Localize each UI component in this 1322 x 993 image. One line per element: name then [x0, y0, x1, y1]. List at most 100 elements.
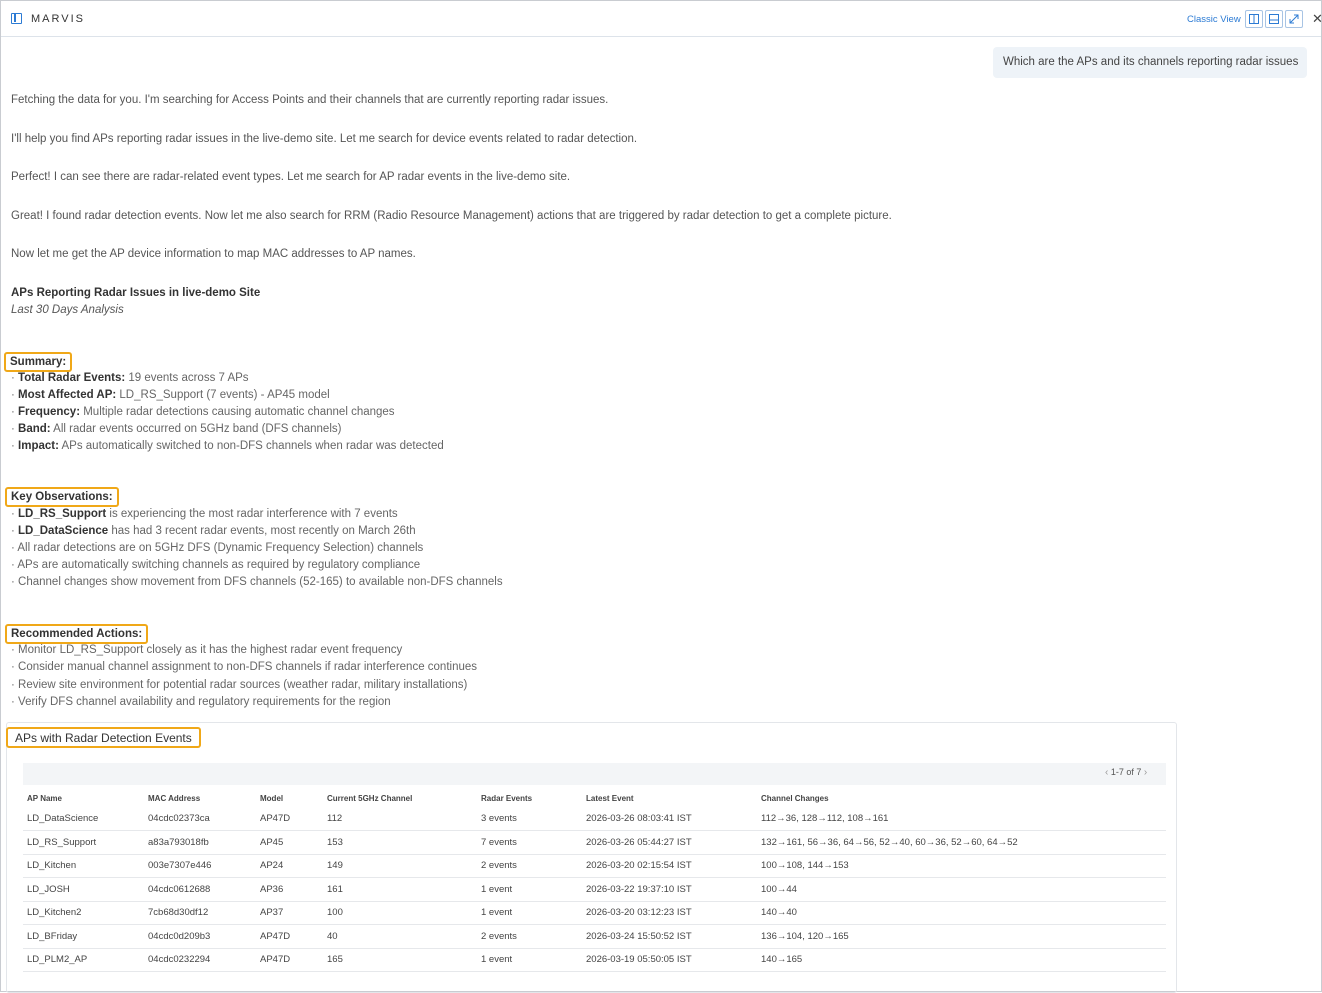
table-row[interactable]: LD_Kitchen2 7cb68d30df12 AP37 100 1 event 202…: [23, 901, 1166, 925]
action-item: · Consider manual channel assignment to …: [11, 661, 478, 673]
column-header-channel-changes[interactable]: Channel Changes: [761, 794, 829, 803]
table-row[interactable]: LD_PLM2_AP 04cdc0232294 AP47D 165 1 event 202…: [23, 948, 1166, 972]
table-row[interactable]: LD_JOSH 04cdc0612688 AP36 161 1 event 2026-03…: [23, 878, 1166, 902]
report-subtitle: Last 30 Days Analysis: [11, 304, 124, 316]
cell-channel: 165: [327, 954, 343, 965]
cell-channel-changes: 112→36, 128→112, 108→161: [761, 813, 889, 824]
cell-ap-name: LD_Kitchen2: [27, 907, 82, 918]
cell-latest-event: 2026-03-26 05:44:27 IST: [586, 836, 692, 848]
actions-heading: Recommended Actions:: [5, 624, 149, 644]
assistant-paragraph: Now let me get the AP device information…: [11, 248, 416, 260]
table-row[interactable]: LD_Kitchen 003e7307e446 AP24 149 2 events 202…: [23, 854, 1166, 878]
classic-view-link[interactable]: Classic View: [1187, 14, 1241, 25]
cell-model: AP24: [260, 860, 284, 871]
brand-title: MARVIS: [31, 13, 85, 25]
summary-item-text: LD_RS_Support (7 events) - AP45 model: [116, 389, 330, 401]
cell-latest-event: 2026-03-22 19:37:10 IST: [586, 883, 692, 895]
cell-mac: 04cdc02373ca: [148, 813, 210, 824]
observation-item: · LD_DataScience has had 3 recent radar …: [11, 525, 416, 537]
cell-mac: 04cdc0612688: [148, 883, 211, 895]
column-header-radar-events[interactable]: Radar Events: [481, 794, 532, 803]
summary-item-label: Frequency:: [18, 406, 81, 418]
bottom-panel-icon[interactable]: [1265, 10, 1283, 28]
cell-channel: 112: [327, 813, 343, 824]
cell-mac: 04cdc0232294: [148, 954, 211, 965]
action-item-text: Verify DFS channel availability and regu…: [18, 696, 391, 708]
column-header-ap-name[interactable]: AP Name: [27, 794, 62, 803]
column-header-model[interactable]: Model: [260, 794, 283, 803]
summary-item: · Impact: APs automatically switched to …: [11, 440, 444, 452]
pager-text: 1-7 of 7: [1110, 767, 1142, 777]
summary-item: · Frequency: Multiple radar detections c…: [11, 406, 395, 418]
cell-model: AP47D: [260, 930, 291, 942]
summary-item-label: Most Affected AP:: [18, 389, 117, 401]
cell-radar-events: 2 events: [481, 930, 517, 942]
close-icon[interactable]: ✕: [1312, 11, 1322, 27]
action-item: · Verify DFS channel availability and re…: [11, 696, 391, 708]
cell-mac: 04cdc0d209b3: [148, 930, 211, 942]
action-item: · Monitor LD_RS_Support closely as it ha…: [11, 644, 403, 656]
cell-channel: 149: [327, 860, 343, 871]
cell-model: AP47D: [260, 954, 291, 965]
observation-item-label: LD_RS_Support: [18, 508, 107, 520]
pagination: ‹ 1-7 of 7 ›: [1105, 767, 1147, 778]
table-row[interactable]: LD_DataScience 04cdc02373ca AP47D 112 3 even…: [23, 807, 1166, 831]
cell-channel-changes: 132→161, 56→36, 64→56, 52→40, 60→36, 52→…: [761, 836, 1018, 848]
cell-radar-events: 1 event: [481, 954, 513, 965]
column-header-channel[interactable]: Current 5GHz Channel: [327, 794, 412, 803]
sidebar-toggle-icon[interactable]: [11, 13, 22, 24]
cell-latest-event: 2026-03-20 03:12:23 IST: [586, 907, 692, 918]
split-view-icon[interactable]: [1245, 10, 1263, 28]
cell-channel: 100: [327, 907, 343, 918]
summary-item: · Most Affected AP: LD_RS_Support (7 eve…: [11, 389, 330, 401]
observation-item-text: Channel changes show movement from DFS c…: [18, 576, 503, 588]
action-item-text: Review site environment for potential ra…: [18, 679, 468, 691]
cell-channel: 153: [327, 836, 343, 848]
table-row[interactable]: LD_BFriday 04cdc0d209b3 AP47D 40 2 events 202…: [23, 925, 1166, 949]
summary-item-text: Multiple radar detections causing automa…: [80, 406, 395, 418]
observation-item: · LD_RS_Support is experiencing the most…: [11, 508, 398, 520]
column-header-latest-event[interactable]: Latest Event: [586, 794, 634, 803]
next-page-icon[interactable]: ›: [1144, 767, 1147, 778]
summary-item-text: All radar events occurred on 5GHz band (…: [50, 423, 342, 435]
cell-latest-event: 2026-03-24 15:50:52 IST: [586, 930, 692, 942]
observations-heading: Key Observations:: [5, 487, 119, 507]
summary-item-label: Impact:: [18, 440, 59, 452]
observation-item-text: has had 3 recent radar events, most rece…: [108, 525, 416, 537]
cell-ap-name: LD_Kitchen: [27, 860, 77, 871]
cell-channel-changes: 140→165: [761, 954, 803, 965]
user-message-text: Which are the APs and its channels repor…: [1003, 56, 1299, 68]
cell-latest-event: 2026-03-20 02:15:54 IST: [586, 860, 692, 871]
cell-radar-events: 2 events: [481, 860, 517, 871]
action-item-text: Consider manual channel assignment to no…: [18, 661, 478, 673]
table-row[interactable]: LD_RS_Support a83a793018fb AP45 153 7 events…: [23, 831, 1166, 855]
assistant-paragraph: Great! I found radar detection events. N…: [11, 210, 892, 222]
assistant-paragraph: I'll help you find APs reporting radar i…: [11, 133, 638, 145]
cell-latest-event: 2026-03-19 05:50:05 IST: [586, 954, 692, 965]
report-title: APs Reporting Radar Issues in live-demo …: [11, 287, 261, 299]
summary-item-text: APs automatically switched to non-DFS ch…: [58, 440, 444, 452]
observation-item-text: APs are automatically switching channels…: [17, 559, 421, 571]
expand-icon[interactable]: [1285, 10, 1303, 28]
observation-item-text: All radar detections are on 5GHz DFS (Dy…: [17, 542, 424, 554]
prev-page-icon[interactable]: ‹: [1105, 767, 1108, 778]
cell-channel-changes: 100→108, 144→153: [761, 860, 849, 871]
cell-ap-name: LD_DataScience: [27, 813, 99, 824]
column-header-mac[interactable]: MAC Address: [148, 794, 200, 803]
cell-radar-events: 7 events: [481, 836, 517, 848]
panel-header: MARVIS Classic View ✕: [1, 1, 1322, 37]
cell-radar-events: 1 event: [481, 883, 513, 895]
action-item: · Review site environment for potential …: [11, 679, 468, 691]
summary-item: · Band: All radar events occurred on 5GH…: [11, 423, 342, 435]
user-message-bubble: Which are the APs and its channels repor…: [993, 47, 1307, 78]
observation-item-text: is experiencing the most radar interfere…: [106, 508, 398, 520]
summary-item: · Total Radar Events: 19 events across 7…: [11, 372, 249, 384]
assistant-paragraph: Perfect! I can see there are radar-relat…: [11, 171, 571, 183]
cell-mac: a83a793018fb: [148, 836, 209, 848]
observation-item: · All radar detections are on 5GHz DFS (…: [11, 542, 424, 554]
cell-channel: 161: [327, 883, 343, 895]
table-toolbar: [23, 763, 1166, 785]
table-title: APs with Radar Detection Events: [6, 727, 201, 748]
summary-item-text: 19 events across 7 APs: [125, 372, 249, 384]
cell-channel-changes: 140→40: [761, 907, 797, 918]
